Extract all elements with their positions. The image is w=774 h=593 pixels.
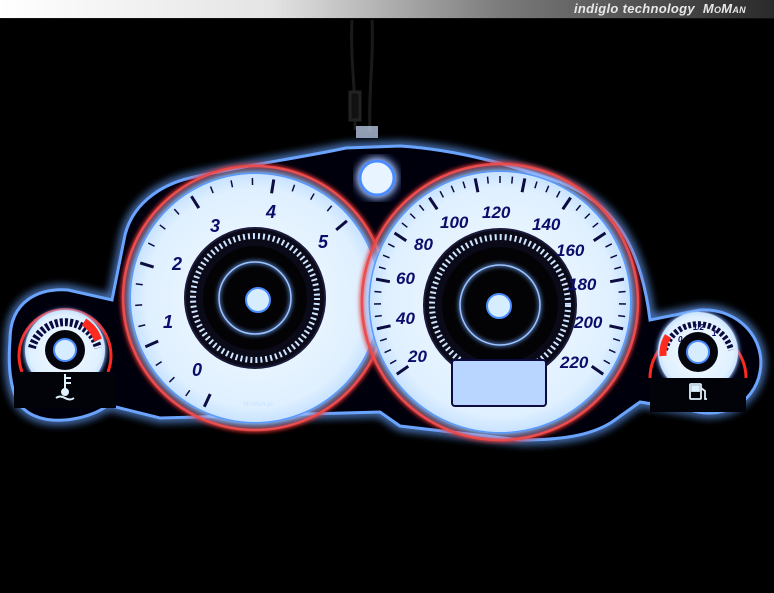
speed-label-40: 40: [395, 309, 415, 328]
odometer-window: [451, 359, 547, 407]
speed-label-60: 60: [396, 269, 415, 288]
temperature-gauge: [14, 308, 116, 408]
tach-label-4: 4: [265, 202, 276, 222]
speed-label-80: 80: [414, 235, 433, 254]
speed-label-220: 220: [559, 353, 589, 372]
minor-tick: [486, 176, 489, 184]
speed-label-20: 20: [407, 347, 427, 366]
warning-light-window: [358, 159, 396, 197]
tachometer: 0 1 2 3 4 5 MoMan.pl: [121, 164, 389, 432]
speed-label-180: 180: [568, 275, 597, 294]
tach-label-2: 2: [171, 254, 182, 274]
speed-label-160: 160: [556, 241, 585, 260]
minor-tick: [618, 314, 626, 318]
speed-label-140: 140: [532, 215, 561, 234]
fuel-label-empty: 0: [678, 335, 683, 344]
tach-label-5: 5: [318, 232, 329, 252]
minor-tick: [374, 290, 382, 293]
tach-label-1: 1: [163, 312, 173, 332]
speed-label-100: 100: [440, 213, 469, 232]
speed-label-200: 200: [573, 313, 603, 332]
tach-label-0: 0: [192, 360, 202, 380]
instrument-cluster: 0 1 2 3 4 5 MoMan.pl 20 40 60 80 100 120…: [7, 19, 763, 442]
wires: [348, 19, 378, 138]
minor-tick: [618, 290, 626, 293]
fuel-label-full: 1: [712, 329, 717, 338]
minor-tick: [135, 283, 143, 286]
fuel-label-half: 1/2: [693, 323, 705, 332]
maker-mark: MoMan.pl: [243, 401, 273, 408]
tachometer-hub: [245, 287, 271, 313]
minor-tick: [374, 314, 382, 318]
speedometer: 20 40 60 80 100 120 140 160 180 200 220: [360, 162, 640, 442]
speedometer-hub: [486, 293, 512, 319]
tach-label-3: 3: [210, 216, 220, 236]
speed-label-120: 120: [482, 203, 511, 222]
minor-tick: [511, 176, 514, 184]
